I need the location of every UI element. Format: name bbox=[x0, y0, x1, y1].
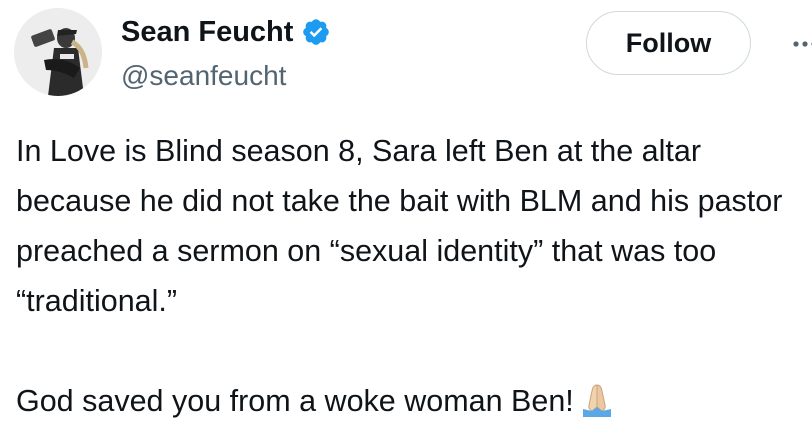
avatar[interactable] bbox=[14, 8, 102, 96]
avatar-photo bbox=[14, 8, 102, 96]
author-display-name[interactable]: Sean Feucht bbox=[121, 14, 293, 50]
tweet-text: In Love is Blind season 8, Sara left Ben… bbox=[16, 126, 806, 432]
tweet-paragraph-1: In Love is Blind season 8, Sara left Ben… bbox=[16, 134, 783, 318]
ellipsis-icon bbox=[793, 41, 812, 47]
tweet-paragraph-2-text: God saved you from a woke woman Ben! bbox=[16, 384, 574, 418]
tweet-paragraph-2: God saved you from a woke woman Ben! bbox=[16, 376, 806, 432]
more-options-icon[interactable] bbox=[790, 28, 812, 60]
follow-button[interactable]: Follow bbox=[586, 11, 751, 75]
author-name-row: Sean Feucht bbox=[121, 14, 331, 50]
folded-hands-icon bbox=[580, 381, 614, 432]
author-handle[interactable]: @seanfeucht bbox=[121, 58, 286, 94]
verified-badge-icon[interactable] bbox=[301, 17, 331, 47]
